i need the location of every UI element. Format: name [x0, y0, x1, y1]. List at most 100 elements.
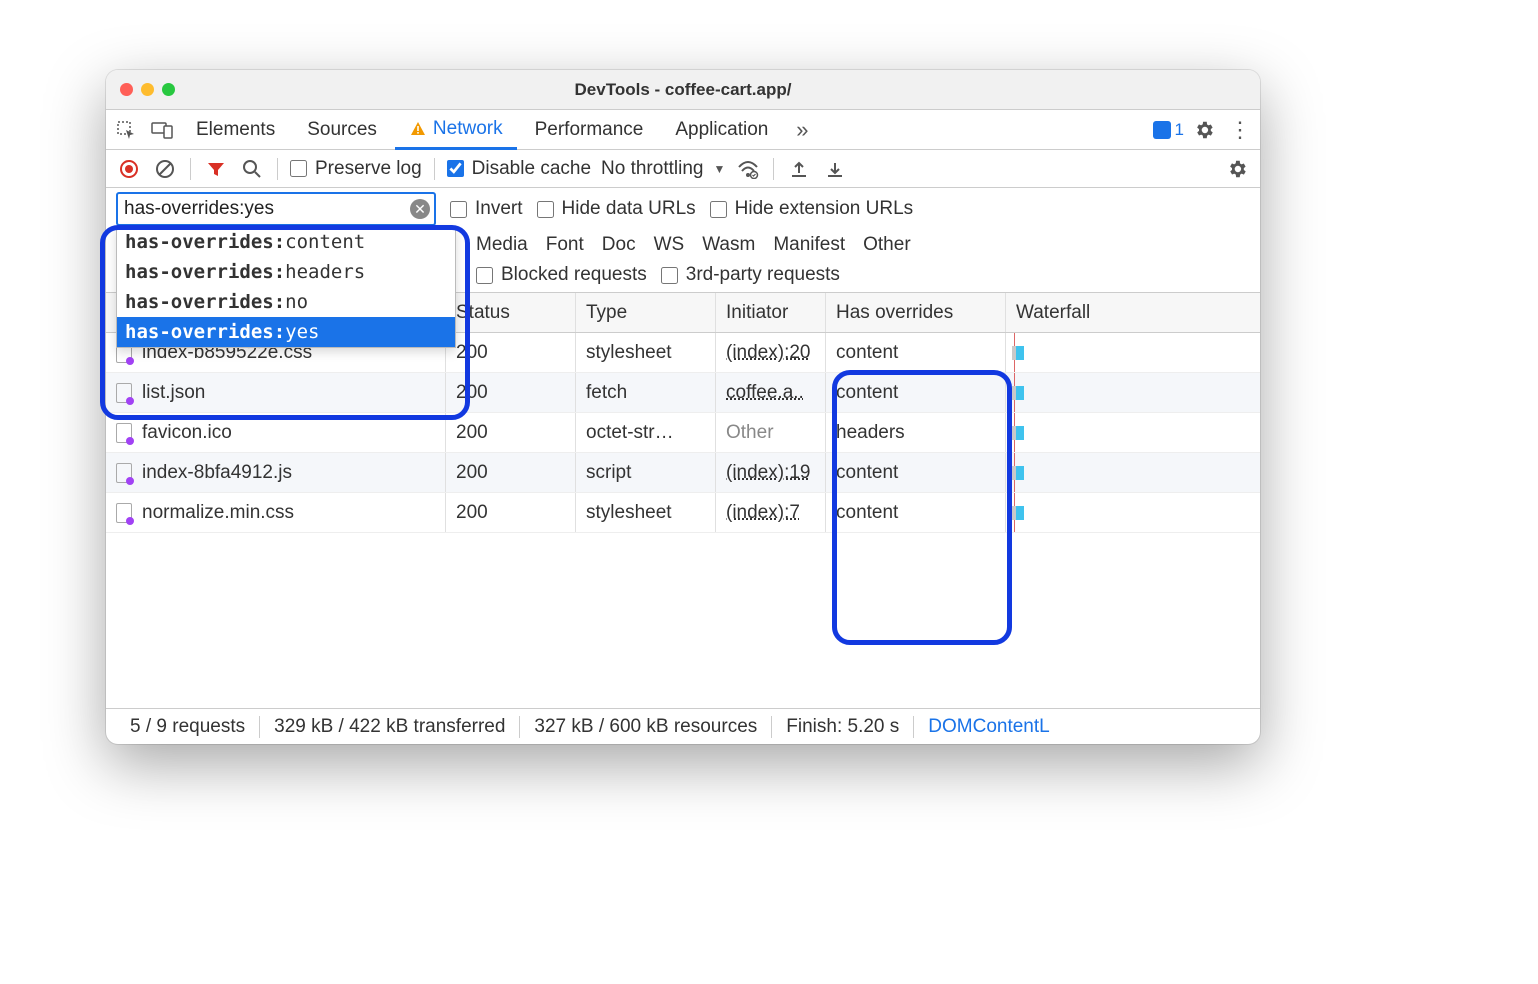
ac-item[interactable]: has-overrides:nohas-overrides:no [117, 287, 455, 317]
disable-cache-checkbox[interactable]: Disable cache [447, 158, 591, 180]
tab-label: Network [433, 118, 503, 140]
col-has-overrides[interactable]: Has overrides [826, 293, 1006, 332]
device-toolbar-icon[interactable] [146, 114, 178, 146]
cell-has-overrides: content [826, 333, 1006, 372]
table-row[interactable]: list.json200fetchcoffee.a..content [106, 373, 1260, 413]
filter-autocomplete: has-overrides:has-overrides:contentconte… [116, 226, 456, 348]
cell-initiator[interactable]: coffee.a.. [716, 373, 826, 412]
third-party-checkbox[interactable]: 3rd-party requests [661, 264, 840, 286]
warning-icon [409, 120, 427, 138]
table-row[interactable]: favicon.ico200octet-str…Otherheaders [106, 413, 1260, 453]
filter-input-wrap: ✕ has-overrides:has-overrides:contentcon… [116, 192, 436, 226]
tab-sources[interactable]: Sources [293, 110, 391, 149]
cell-name: favicon.ico [106, 413, 446, 452]
cell-has-overrides: content [826, 453, 1006, 492]
maximize-window-button[interactable] [162, 83, 175, 96]
checkbox-label: Hide data URLs [562, 198, 696, 220]
type-chip[interactable]: WS [654, 234, 685, 256]
network-toolbar: Preserve log Disable cache No throttling… [106, 150, 1260, 188]
cell-waterfall [1006, 333, 1260, 372]
cell-status: 200 [446, 413, 576, 452]
type-chip[interactable]: Other [863, 234, 911, 256]
close-window-button[interactable] [120, 83, 133, 96]
throttling-label: No throttling [601, 158, 703, 180]
network-conditions-icon[interactable] [735, 156, 761, 182]
tab-performance[interactable]: Performance [521, 110, 658, 149]
record-button[interactable] [116, 156, 142, 182]
cell-type: stylesheet [576, 493, 716, 532]
cell-waterfall [1006, 453, 1260, 492]
download-har-icon[interactable] [822, 156, 848, 182]
checkbox-input[interactable] [710, 201, 727, 218]
col-status[interactable]: Status [446, 293, 576, 332]
checkbox-input[interactable] [290, 160, 307, 177]
checkbox-label: Blocked requests [501, 264, 647, 286]
filter-input[interactable] [116, 192, 436, 226]
cell-name: index-8bfa4912.js [106, 453, 446, 492]
tab-application[interactable]: Application [661, 110, 782, 149]
ac-item-selected[interactable]: has-overrides:yeshas-overrides:yes [117, 317, 455, 347]
tab-network[interactable]: Network [395, 110, 517, 150]
checkbox-input[interactable] [537, 201, 554, 218]
type-chip[interactable]: Manifest [773, 234, 845, 256]
col-type[interactable]: Type [576, 293, 716, 332]
table-row[interactable]: normalize.min.css200stylesheet(index):7c… [106, 493, 1260, 533]
type-chip[interactable]: Font [546, 234, 584, 256]
checkbox-label: 3rd-party requests [686, 264, 840, 286]
cell-initiator[interactable]: (index):20 [716, 333, 826, 372]
ac-item[interactable]: has-overrides:headershas-overrides:heade… [117, 257, 455, 287]
issues-count: 1 [1175, 120, 1184, 140]
type-chip[interactable]: Doc [602, 234, 636, 256]
invert-checkbox[interactable]: Invert [450, 198, 523, 220]
settings-icon[interactable] [1188, 114, 1220, 146]
checkbox-label: Invert [475, 198, 523, 220]
tab-label: Application [675, 119, 768, 141]
checkbox-input[interactable] [476, 267, 493, 284]
inspect-element-icon[interactable] [110, 114, 142, 146]
upload-har-icon[interactable] [786, 156, 812, 182]
checkbox-input[interactable] [661, 267, 678, 284]
issues-badge[interactable]: 1 [1153, 120, 1184, 140]
throttling-select[interactable]: No throttling ▼ [601, 158, 725, 180]
col-waterfall[interactable]: Waterfall [1006, 293, 1260, 332]
file-icon [116, 383, 132, 403]
window-controls [106, 83, 175, 96]
clear-filter-icon[interactable]: ✕ [410, 199, 430, 219]
search-icon[interactable] [239, 156, 265, 182]
table-row[interactable]: index-8bfa4912.js200script(index):19cont… [106, 453, 1260, 493]
cell-waterfall [1006, 493, 1260, 532]
requests-table: Name Status Type Initiator Has overrides… [106, 293, 1260, 708]
status-bar: 5 / 9 requests 329 kB / 422 kB transferr… [106, 708, 1260, 744]
filter-section: ✕ has-overrides:has-overrides:contentcon… [106, 188, 1260, 293]
filter-toggle-icon[interactable] [203, 156, 229, 182]
file-icon [116, 463, 132, 483]
tab-elements[interactable]: Elements [182, 110, 289, 149]
col-initiator[interactable]: Initiator [716, 293, 826, 332]
panel-tabs: Elements Sources Network Performance App… [106, 110, 1260, 150]
divider [773, 158, 774, 180]
clear-button[interactable] [152, 156, 178, 182]
tab-label: Sources [307, 119, 377, 141]
cell-name: list.json [106, 373, 446, 412]
divider [277, 158, 278, 180]
file-icon [116, 423, 132, 443]
checkbox-input[interactable] [450, 201, 467, 218]
cell-initiator[interactable]: (index):19 [716, 453, 826, 492]
cell-initiator[interactable]: (index):7 [716, 493, 826, 532]
network-settings-icon[interactable] [1224, 156, 1250, 182]
kebab-menu-icon[interactable]: ⋮ [1224, 114, 1256, 146]
blocked-requests-checkbox[interactable]: Blocked requests [476, 264, 647, 286]
cell-has-overrides: headers [826, 413, 1006, 452]
hide-data-urls-checkbox[interactable]: Hide data URLs [537, 198, 696, 220]
more-tabs-icon[interactable]: » [786, 114, 818, 146]
ac-item[interactable]: has-overrides:has-overrides:contentconte… [117, 227, 455, 257]
type-chip[interactable]: Wasm [702, 234, 755, 256]
checkbox-input[interactable] [447, 160, 464, 177]
preserve-log-checkbox[interactable]: Preserve log [290, 158, 422, 180]
minimize-window-button[interactable] [141, 83, 154, 96]
cell-has-overrides: content [826, 373, 1006, 412]
hide-extension-urls-checkbox[interactable]: Hide extension URLs [710, 198, 913, 220]
type-chip[interactable]: Media [476, 234, 528, 256]
titlebar: DevTools - coffee-cart.app/ [106, 70, 1260, 110]
cell-initiator[interactable]: Other [716, 413, 826, 452]
